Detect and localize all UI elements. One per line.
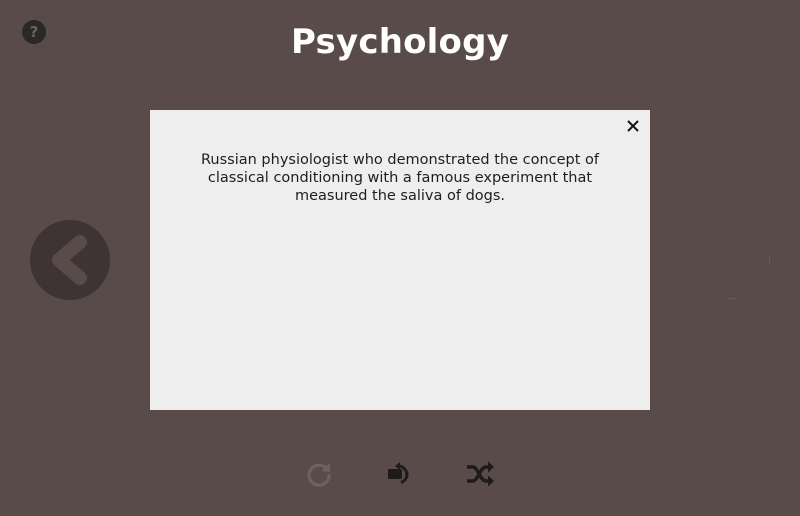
restart-icon xyxy=(307,463,331,487)
flip-card-button[interactable] xyxy=(382,458,414,490)
previous-card-button[interactable] xyxy=(30,220,110,300)
close-card-button[interactable] xyxy=(624,117,642,135)
flashcard-stage: ? Psychology Russian physiologist who de… xyxy=(0,0,800,516)
card-definition-text: Russian physiologist who demonstrated th… xyxy=(201,152,599,204)
flashcard[interactable]: Russian physiologist who demonstrated th… xyxy=(150,110,650,410)
edge-divider xyxy=(769,255,770,263)
card-controls xyxy=(0,458,800,490)
shuffle-button[interactable] xyxy=(464,458,496,490)
shuffle-icon xyxy=(467,461,494,487)
restart-button[interactable] xyxy=(303,458,335,490)
edge-divider xyxy=(727,298,735,299)
chevron-left-icon xyxy=(52,235,87,285)
flip-card-icon xyxy=(388,462,409,484)
page-title: Psychology xyxy=(291,22,509,62)
close-icon xyxy=(627,120,639,132)
